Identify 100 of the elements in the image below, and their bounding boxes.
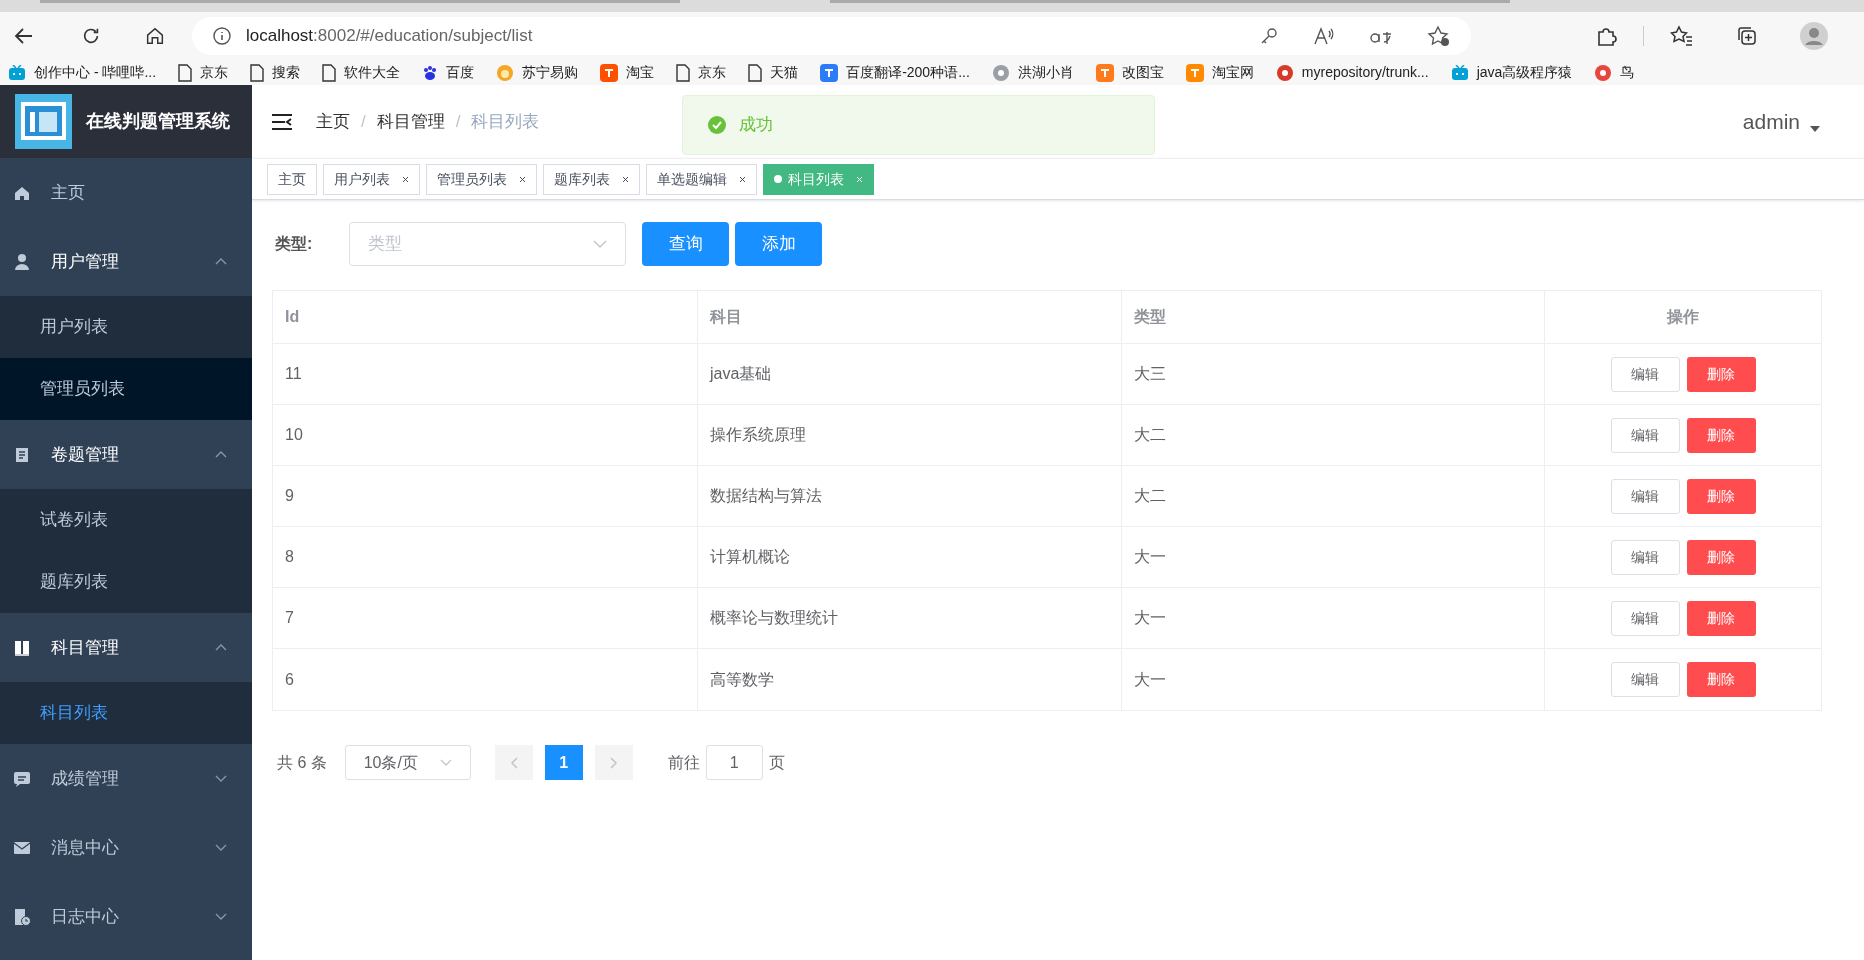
chevron-up-icon (215, 644, 227, 651)
type-label: 类型: (275, 234, 314, 254)
page-icon (676, 63, 691, 82)
column-header: 操作 (1667, 307, 1699, 327)
profile-avatar[interactable] (1800, 22, 1828, 50)
chat-icon (13, 769, 31, 788)
close-icon[interactable] (622, 175, 629, 183)
edit-button[interactable]: 编辑 (1610, 478, 1680, 514)
chevron-up-icon (215, 258, 227, 265)
logo-icon (15, 94, 72, 149)
address-bar[interactable]: localhost:8002/#/education/subject/list (192, 17, 1471, 55)
bookmark[interactable]: 软件大全 (322, 62, 401, 83)
table-cell-text: 高等数学 (710, 669, 774, 690)
chevron-up-icon (215, 451, 227, 458)
favorite-add-icon[interactable] (1427, 25, 1451, 47)
bookmark[interactable]: 淘宝网 (1185, 62, 1254, 83)
total-count: 共 6 条 (277, 752, 327, 773)
menu-item[interactable]: 日志中心 (0, 882, 252, 951)
bookmark[interactable]: 百度 (422, 62, 475, 83)
user-menu[interactable]: admin (1742, 105, 1800, 138)
favorites-icon[interactable] (1670, 25, 1694, 47)
bookmark[interactable]: 苏宁易购 (496, 62, 579, 83)
column-header: Id (285, 307, 300, 327)
log-icon (13, 907, 31, 926)
page-icon (178, 63, 193, 82)
table-cell-text: 大三 (1134, 364, 1166, 384)
page-size-select[interactable]: 10条/页 (344, 745, 471, 780)
submenu-item[interactable]: 管理员列表 (0, 358, 252, 420)
close-icon[interactable] (519, 175, 526, 183)
chevron-down-icon (439, 759, 452, 766)
key-icon[interactable] (1259, 26, 1279, 46)
menu-item[interactable]: 消息中心 (0, 813, 252, 882)
goto-page-field[interactable]: 1 (705, 745, 763, 780)
table-cell-text: 数据结构与算法 (710, 486, 822, 506)
menu-item[interactable]: 用户管理 (0, 227, 252, 296)
page-suffix: 页 (768, 752, 785, 773)
breadcrumb-item[interactable]: 科目管理 (376, 108, 445, 135)
bookmark[interactable]: 京东 (178, 62, 229, 83)
submenu-item[interactable]: 科目列表 (0, 682, 252, 744)
table-cell-text: 7 (285, 608, 294, 628)
table-cell-text: 大二 (1134, 486, 1166, 506)
bookmark[interactable]: 创作中心 - 哔哩哔... (8, 62, 157, 83)
bookmark[interactable]: 淘宝 (600, 62, 655, 83)
read-aloud-icon[interactable] (1313, 26, 1335, 46)
collections-icon[interactable] (1736, 25, 1758, 47)
column-header: 科目 (710, 307, 742, 327)
check-circle-icon (708, 116, 726, 134)
table-cell-text: 6 (285, 669, 294, 690)
tag[interactable]: 管理员列表 (426, 163, 537, 195)
menu-item[interactable]: 成绩管理 (0, 744, 252, 813)
bookmark[interactable]: 天猫 (748, 62, 799, 83)
extensions-icon[interactable] (1595, 25, 1617, 47)
submenu-item[interactable]: 试卷列表 (0, 489, 252, 551)
bookmark[interactable]: 百度翻译-200种语... (820, 62, 970, 83)
menu-toggle-icon[interactable] (272, 113, 292, 130)
table-cell-text: 计算机概论 (710, 547, 790, 567)
edit-button[interactable]: 编辑 (1610, 539, 1680, 575)
book-icon (13, 638, 31, 657)
bookmark[interactable]: 洪湖小肖 (991, 62, 1074, 83)
toast-message: 成功 (739, 114, 773, 137)
bookmark[interactable]: 鸟 (1594, 62, 1635, 83)
page-icon (250, 63, 265, 82)
chevron-down-icon (215, 844, 227, 851)
table-cell-text: 9 (285, 486, 294, 506)
menu-item[interactable]: 科目管理 (0, 613, 252, 682)
app-title: 在线判题管理系统 (86, 110, 230, 133)
home-icon[interactable] (144, 25, 166, 47)
edit-button[interactable]: 编辑 (1610, 356, 1680, 392)
info-icon (212, 26, 232, 46)
tag[interactable]: 主页 (267, 163, 317, 195)
bookmark[interactable]: 京东 (676, 62, 727, 83)
url-text: localhost:8002/#/education/subject/list (246, 25, 533, 48)
table-cell-text: 概率论与数理统计 (710, 608, 838, 628)
edit-button[interactable]: 编辑 (1610, 662, 1680, 697)
user-icon (13, 252, 31, 271)
bookmark[interactable]: myrepository/trunk... (1275, 62, 1429, 83)
tag[interactable]: 题库列表 (543, 163, 640, 195)
table-cell-text: 11 (285, 364, 302, 384)
page-icon (322, 63, 337, 82)
bookmark[interactable]: java高级程序猿 (1450, 62, 1573, 83)
close-icon[interactable] (739, 175, 746, 183)
tag[interactable]: 单选题编辑 (646, 163, 757, 195)
table-cell-text: 10 (285, 425, 303, 445)
document-icon (13, 445, 31, 464)
edit-button[interactable]: 编辑 (1610, 417, 1680, 453)
table-cell-text: 大一 (1134, 547, 1166, 567)
bookmark[interactable]: 改图宝 (1095, 62, 1164, 83)
caret-icon (1810, 125, 1820, 132)
tag[interactable]: 用户列表 (323, 163, 420, 195)
submenu-item[interactable]: 题库列表 (0, 551, 252, 613)
menu-item[interactable]: 主页 (0, 158, 252, 227)
edit-button[interactable]: 编辑 (1610, 600, 1680, 636)
bookmark[interactable]: 搜索 (250, 62, 301, 83)
close-icon[interactable] (402, 175, 409, 183)
breadcrumb-item[interactable]: 主页 (316, 108, 350, 135)
menu-item[interactable]: 卷题管理 (0, 420, 252, 489)
table-cell-text: 操作系统原理 (710, 425, 806, 445)
breadcrumb-item: 科目列表 (471, 110, 540, 133)
breadcrumb-separator: / (361, 110, 366, 133)
submenu-item[interactable]: 用户列表 (0, 296, 252, 358)
